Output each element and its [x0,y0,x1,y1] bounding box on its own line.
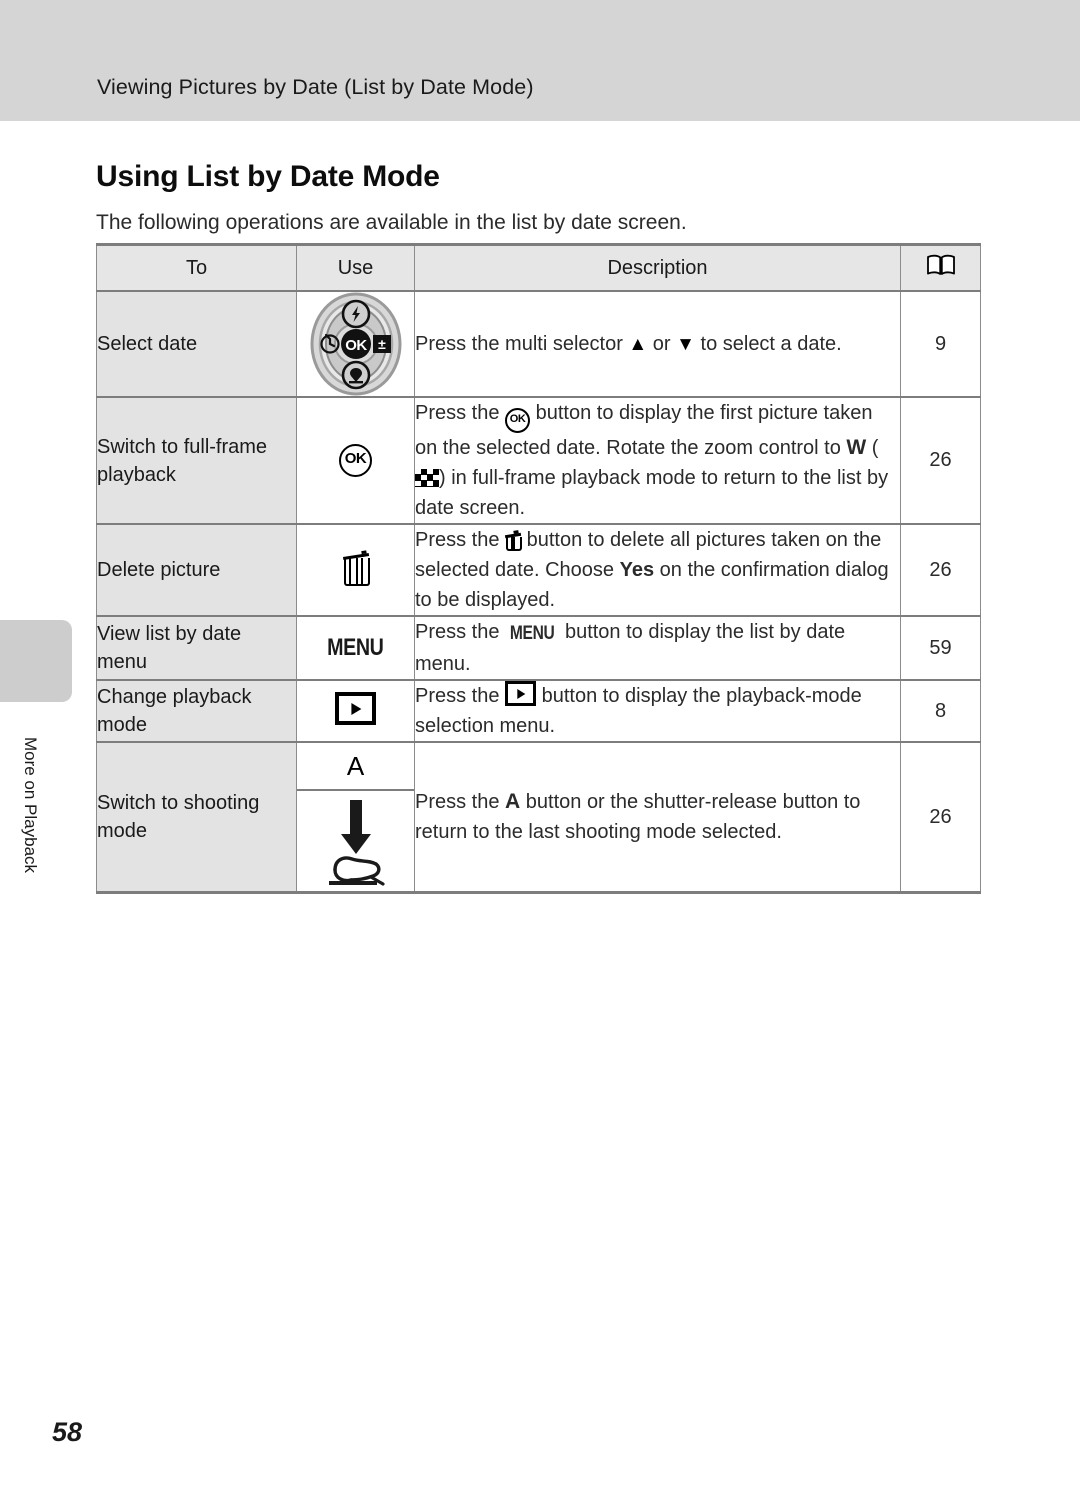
triangle-up-icon: ▲ [628,334,648,355]
book-icon [926,254,956,276]
trash-icon-inline [504,530,523,551]
running-header-title: Viewing Pictures by Date (List by Date M… [97,75,534,99]
reference-page: 9 [900,290,981,398]
desc-text-part: Press the [415,529,506,551]
trash-icon [342,551,370,586]
description-switch-shooting-mode: Press the A button or the shutter-releas… [414,741,901,894]
table-row: Switch to full-frame playback OK Press t… [96,396,981,525]
page-title: Using List by Date Mode [96,160,440,194]
thumbnail-grid-icon [415,469,439,487]
chapter-thumb-tab [0,620,72,702]
desc-text-part: Press the [415,402,506,424]
wide-zoom-label: W [846,436,867,459]
reference-page: 26 [900,396,981,525]
section-intro-text: The following operations are available i… [96,211,687,234]
description-switch-full-frame: Press the OK button to display the first… [414,396,901,525]
row-label-change-playback-mode: Change playback mode [96,679,297,743]
ok-button-icon-inline: OK [505,408,531,433]
menu-button-icon: MENU [327,634,384,661]
desc-text-part: Rotate the zoom control to [606,437,847,459]
description-delete-picture: Press the button to delete all pictures … [414,523,901,617]
playback-button-icon-inline [505,681,537,706]
column-header-reference [900,243,981,292]
menu-button-icon-inline: MENU [509,623,555,644]
desc-text-part: Press the multi selector [415,333,629,355]
table-row: Select date ± OK Press the multi selecto… [96,290,981,398]
running-header-band [0,0,1080,121]
use-cell-playback-button [296,679,415,743]
a-button-icon-inline: A [505,790,521,813]
use-cell-ok-button: OK [296,396,415,525]
desc-text-part: ( [866,437,879,459]
column-header-use: Use [296,243,415,292]
column-header-to: To [96,243,297,292]
table-row: View list by date menu MENU Press the ME… [96,615,981,681]
description-view-list-menu: Press the MENU button to display the lis… [414,615,901,681]
row-label-switch-full-frame: Switch to full-frame playback [96,396,297,525]
use-cell-shutter-release [297,791,414,891]
shutter-release-press-icon [321,794,391,888]
desc-text-part: ) in full-frame playback mode to return … [415,467,889,519]
use-cell-delete-button [296,523,415,617]
description-select-date: Press the multi selector ▲ or ▼ to selec… [414,290,901,398]
desc-text-part: or [647,333,677,355]
reference-page: 26 [900,523,981,617]
svg-text:OK: OK [345,337,367,354]
column-header-description: Description [414,243,901,292]
reference-page: 26 [900,741,981,894]
playback-button-icon [335,692,376,725]
row-label-view-list-menu: View list by date menu [96,615,297,681]
reference-page: 59 [900,615,981,681]
row-label-switch-shooting-mode: Switch to shooting mode [96,741,297,894]
use-cell-menu-button: MENU [296,615,415,681]
chapter-tab-label: More on Playback [21,736,40,874]
row-label-delete-picture: Delete picture [96,523,297,617]
desc-text-part: to select a date. [694,333,842,355]
page-number: 58 [52,1417,83,1447]
row-label-select-date: Select date [96,290,297,398]
a-button-icon: A [346,750,365,781]
reference-page: 8 [900,679,981,743]
table-row: Change playback mode Press the button to… [96,679,981,743]
multi-selector-dial-icon: ± OK [308,292,404,396]
svg-text:±: ± [378,336,386,352]
desc-text-part: Press the [415,685,506,707]
table-header-row: To Use Description [96,243,981,292]
desc-text-part: Press the [415,791,506,813]
desc-text-part: Press the [415,621,506,643]
ok-button-icon: OK [339,444,372,477]
description-change-playback-mode: Press the button to display the playback… [414,679,901,743]
triangle-down-icon: ▼ [676,334,695,355]
operations-table: To Use Description Select date ± OK Pres… [96,243,981,894]
use-cell-a-button: A [297,743,414,791]
table-row: Delete picture Press the button to delet… [96,523,981,617]
emphasis-yes: Yes [619,559,655,581]
table-row: Switch to shooting mode A Press the A bu… [96,741,981,894]
use-cell-shooting-mode: A [296,741,415,894]
use-cell-multi-selector: ± OK [296,290,415,398]
